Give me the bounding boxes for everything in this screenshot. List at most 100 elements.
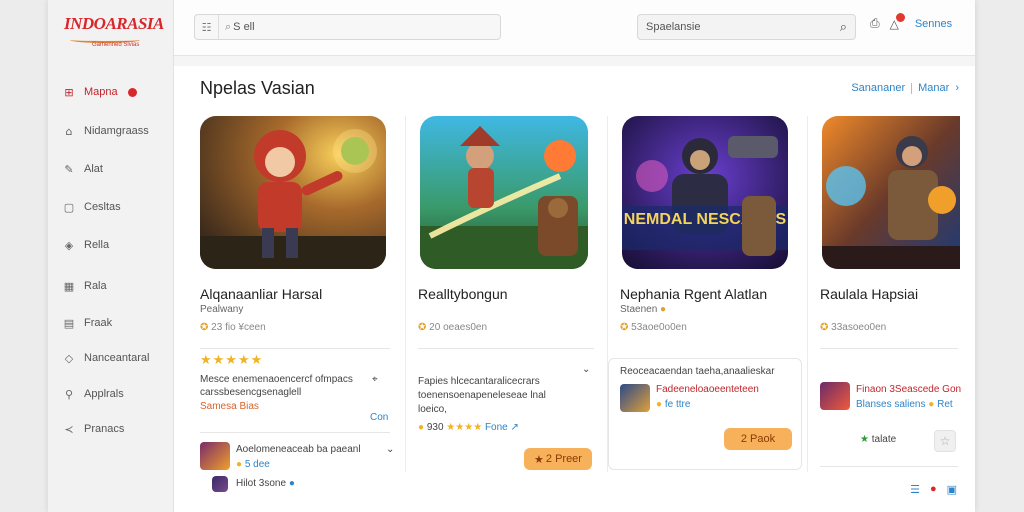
add-button[interactable]: ☆ bbox=[934, 430, 956, 452]
rating-text: 53aoe0o0en bbox=[631, 322, 687, 333]
game-link-1[interactable]: Con bbox=[370, 412, 388, 423]
cart-icon[interactable]: ⎙ bbox=[870, 16, 880, 31]
coin-icon: ✪ bbox=[200, 322, 209, 333]
related-thumbnail-2[interactable] bbox=[212, 476, 228, 492]
sidebar-item-cesltas[interactable]: ▢ Cesltas bbox=[62, 197, 121, 217]
related-thumbnail-1[interactable] bbox=[200, 442, 230, 470]
library-icon: ⌂ bbox=[65, 124, 73, 138]
game-desc-line-2: carssbesencgsenaglell bbox=[200, 387, 302, 398]
game-desc-line-1: Fapies hlcecantaralicecrars bbox=[418, 376, 540, 387]
sidebar-item-label: Rala bbox=[84, 280, 107, 292]
related-meta-3: ● fe ttre bbox=[656, 399, 690, 410]
notification-dot-icon bbox=[127, 87, 137, 97]
game-title-3[interactable]: Nephania Rgent Alatlan bbox=[620, 286, 767, 302]
search-bar: ☷ ⌕ bbox=[194, 14, 501, 40]
related-meta-extra: Ret bbox=[937, 399, 953, 410]
bell-icon[interactable]: △ bbox=[890, 12, 905, 31]
sidebar-item-nanceantaral[interactable]: ◇ Nanceantaral bbox=[62, 348, 150, 368]
column-divider bbox=[807, 116, 808, 472]
related-title-1[interactable]: Aoelomeneaceab ba paeanl bbox=[236, 444, 361, 455]
sidebar: INDOARASIA Gamenned Sivias ⊞ Mapna ⌂ Nid… bbox=[48, 0, 174, 512]
rating-text: 33asoeo0en bbox=[831, 322, 887, 333]
tablet-icon[interactable]: ▣ bbox=[947, 483, 957, 496]
game-rating-3: ✪ 53aoe0o0en bbox=[620, 322, 687, 333]
game-thumbnail-4[interactable] bbox=[822, 116, 960, 269]
pack-button[interactable]: 2 Paok bbox=[724, 428, 792, 450]
divider bbox=[200, 348, 390, 349]
chevron-down-icon[interactable]: ⌄ bbox=[582, 364, 590, 375]
sidebar-item-applrals[interactable]: ⚲ Applrals bbox=[62, 384, 124, 404]
secondary-search-input[interactable] bbox=[646, 21, 796, 33]
top-bar: ☷ ⌕ ⌕ ⎙ △ Sennes bbox=[174, 0, 975, 56]
search-icon[interactable]: ⌕ bbox=[840, 19, 847, 35]
list-view-icon[interactable]: ☰ bbox=[910, 483, 920, 496]
search-input[interactable] bbox=[233, 21, 434, 33]
folder-icon: ▤ bbox=[63, 316, 75, 330]
sidebar-item-alat[interactable]: ✎ Alat bbox=[62, 159, 103, 179]
coin-icon: ● bbox=[656, 399, 663, 410]
section-link-2[interactable]: Manar bbox=[918, 82, 949, 94]
game-meta-2: ● 930 ★★★★ Fone ↗ bbox=[418, 422, 519, 433]
game-desc-line-1: Mesce enemenaoencercf ofmpacs bbox=[200, 374, 353, 385]
grid-view-icon[interactable]: ☷ bbox=[195, 15, 219, 39]
coin-icon: ● bbox=[418, 422, 425, 433]
rating-text: 20 oeaes0en bbox=[429, 322, 488, 333]
settings-link[interactable]: Sennes bbox=[915, 18, 952, 30]
game-thumbnail-2[interactable] bbox=[420, 116, 588, 269]
logo-wordmark: INDOARASIA bbox=[64, 14, 164, 33]
related-title-4[interactable]: Finaon 3Seascede Gon bbox=[856, 384, 961, 395]
star-icon: ★ bbox=[534, 453, 544, 466]
meta-tag[interactable]: Fone bbox=[485, 422, 508, 433]
game-rating-4: ✪ 33asoeo0en bbox=[820, 322, 886, 333]
logo-tagline: Gamenned Sivias bbox=[92, 42, 140, 48]
related-thumbnail-3[interactable] bbox=[620, 384, 650, 412]
section-link-1[interactable]: Sanananer bbox=[851, 82, 905, 94]
game-title-2[interactable]: Realltybongun bbox=[418, 286, 508, 302]
divider bbox=[200, 432, 390, 433]
related-meta-4: Blanses saliens ● Ret bbox=[856, 399, 953, 410]
chevron-right-icon[interactable]: › bbox=[955, 82, 959, 94]
sidebar-item-fraak[interactable]: ▤ Fraak bbox=[62, 313, 112, 333]
game-desc-line-2: toenensoenapeneleseae lnal bbox=[418, 390, 546, 401]
section-title: Npelas Vasian bbox=[200, 78, 315, 98]
app-logo[interactable]: INDOARASIA Gamenned Sivias bbox=[64, 14, 164, 54]
sidebar-item-pranacs[interactable]: ≺ Pranacs bbox=[62, 419, 124, 439]
sidebar-item-nidamgraass[interactable]: ⌂ Nidamgraass bbox=[62, 121, 149, 141]
divider bbox=[911, 82, 913, 94]
sidebar-item-label: Applrals bbox=[84, 388, 124, 400]
record-icon[interactable]: ● bbox=[930, 483, 937, 496]
publisher-text: Staenen bbox=[620, 304, 658, 315]
related-thumbnail-4[interactable] bbox=[820, 382, 850, 410]
game-publisher-1: Pealwany bbox=[200, 304, 244, 315]
coin-icon: ✪ bbox=[418, 322, 427, 333]
search-icon: ⌕ bbox=[225, 20, 232, 33]
sidebar-item-label: Rella bbox=[84, 239, 110, 251]
secondary-search: ⌕ bbox=[637, 14, 856, 40]
meta-count: 930 bbox=[426, 422, 444, 433]
related-meta-text: fe ttre bbox=[664, 399, 691, 410]
preorder-button[interactable]: ★ 2 Preer bbox=[524, 448, 592, 470]
game-desc-line-3: loeico, bbox=[418, 404, 447, 415]
game-title-4[interactable]: Raulala Hapsiai bbox=[820, 286, 918, 302]
sidebar-item-rella[interactable]: ◈ Rella bbox=[62, 235, 109, 255]
sidebar-item-label: Alat bbox=[84, 163, 103, 175]
sidebar-item-rala[interactable]: ▦ Rala bbox=[62, 276, 107, 296]
chevron-down-icon[interactable]: ⌄ bbox=[386, 444, 394, 455]
section-links: Sanananer Manar › bbox=[851, 82, 959, 94]
share-icon[interactable]: ↗ bbox=[511, 422, 519, 433]
related-title-2: Hilot 3sone ● bbox=[236, 478, 295, 489]
verified-icon: ● bbox=[288, 478, 295, 489]
sidebar-item-mapna[interactable]: ⊞ Mapna bbox=[62, 82, 137, 102]
game-thumbnail-3[interactable]: NEMDAL NESCANAS bbox=[622, 116, 788, 269]
pin-icon[interactable]: ⌖ bbox=[372, 374, 378, 385]
game-thumbnail-1[interactable] bbox=[200, 116, 386, 269]
game-title-1[interactable]: Alqanaanliar Harsal bbox=[200, 286, 322, 302]
shield-icon: ◈ bbox=[64, 238, 74, 252]
divider bbox=[418, 348, 594, 349]
sidebar-item-label: Fraak bbox=[84, 317, 113, 329]
grid-icon: ⊞ bbox=[64, 85, 74, 99]
star-rating-2: ★★★★ bbox=[446, 422, 483, 433]
pencil-icon: ✎ bbox=[64, 162, 74, 176]
sidebar-item-label: Nanceantaral bbox=[84, 352, 150, 364]
related-title-3[interactable]: Fadeeneloaoeenteteen bbox=[656, 384, 759, 395]
